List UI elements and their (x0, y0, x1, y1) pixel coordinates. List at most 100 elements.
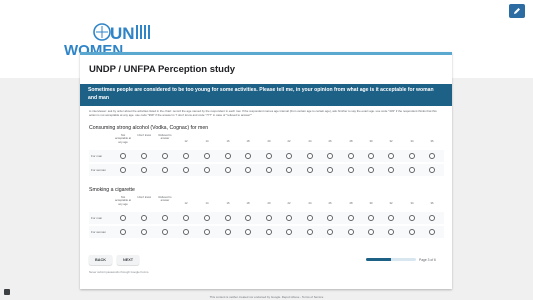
page-indicator: Page 3 of 6 (419, 258, 436, 262)
next-button[interactable]: NEXT (117, 255, 140, 265)
radio-button[interactable] (409, 215, 415, 221)
radio-button[interactable] (388, 215, 394, 221)
column-label: 34 (410, 202, 414, 205)
radio-button[interactable] (327, 167, 333, 173)
edit-button[interactable] (509, 4, 525, 18)
radio-button[interactable] (409, 153, 415, 159)
radio-button[interactable] (409, 229, 415, 235)
radio-button[interactable] (266, 229, 272, 235)
radio-button[interactable] (307, 153, 313, 159)
radio-button[interactable] (120, 153, 126, 159)
radio-button[interactable] (245, 153, 251, 159)
back-button[interactable]: BACK (89, 255, 112, 265)
column-label: 12 (184, 202, 188, 205)
radio-button[interactable] (266, 215, 272, 221)
radio-button[interactable] (141, 167, 147, 173)
radio-button[interactable] (245, 215, 251, 221)
radio-button[interactable] (162, 215, 168, 221)
password-warning: Never submit passwords through Google Fo… (89, 270, 150, 274)
radio-button[interactable] (348, 215, 354, 221)
radio-button[interactable] (327, 229, 333, 235)
radio-button[interactable] (286, 215, 292, 221)
radio-button[interactable] (368, 153, 374, 159)
section-description: to interviewer: ask by order about the a… (89, 109, 437, 117)
radio-button[interactable] (307, 215, 313, 221)
form-card: UNDP / UNFPA Perception study Sometimes … (80, 52, 452, 289)
radio-button[interactable] (266, 167, 272, 173)
column-label: 28 (349, 202, 353, 205)
column-label: 20 (267, 202, 271, 205)
radio-button[interactable] (225, 167, 231, 173)
radio-button[interactable] (120, 229, 126, 235)
radio-button[interactable] (429, 153, 435, 159)
column-label: 26 (328, 202, 332, 205)
radio-button[interactable] (204, 229, 210, 235)
column-label: I don't know (136, 134, 152, 137)
radio-button[interactable] (368, 167, 374, 173)
column-label: 20 (267, 140, 271, 143)
svg-text:UN: UN (110, 24, 135, 43)
radio-button[interactable] (162, 167, 168, 173)
radio-button[interactable] (327, 153, 333, 159)
grid-row: For man (89, 212, 444, 224)
column-label: 24 (308, 140, 312, 143)
un-women-logo: UN WOMEN (64, 23, 150, 56)
column-label: Refused to answer (158, 134, 172, 141)
radio-button[interactable] (141, 153, 147, 159)
radio-button[interactable] (286, 229, 292, 235)
column-label: 12 (184, 140, 188, 143)
progress-bar (366, 258, 416, 261)
radio-button[interactable] (388, 167, 394, 173)
radio-button[interactable] (307, 229, 313, 235)
radio-button[interactable] (286, 153, 292, 159)
column-label: 16 (226, 140, 230, 143)
column-label: 36 (430, 140, 434, 143)
column-label: 16 (226, 202, 230, 205)
radio-button[interactable] (225, 153, 231, 159)
radio-button[interactable] (327, 215, 333, 221)
row-label: For woman (91, 168, 107, 172)
radio-button[interactable] (409, 167, 415, 173)
column-label: 32 (389, 202, 393, 205)
radio-button[interactable] (141, 229, 147, 235)
radio-button[interactable] (368, 229, 374, 235)
radio-button[interactable] (183, 229, 189, 235)
radio-button[interactable] (162, 153, 168, 159)
radio-button[interactable] (307, 167, 313, 173)
radio-button[interactable] (388, 229, 394, 235)
radio-button[interactable] (286, 167, 292, 173)
column-label: Refused to answer (158, 196, 172, 203)
radio-button[interactable] (266, 153, 272, 159)
radio-button[interactable] (429, 167, 435, 173)
radio-button[interactable] (368, 215, 374, 221)
radio-button[interactable] (245, 167, 251, 173)
radio-button[interactable] (348, 153, 354, 159)
column-label: 14 (205, 140, 209, 143)
radio-button[interactable] (204, 167, 210, 173)
radio-button[interactable] (183, 153, 189, 159)
radio-button[interactable] (429, 215, 435, 221)
radio-button[interactable] (120, 167, 126, 173)
pencil-icon (514, 8, 520, 14)
radio-button[interactable] (388, 153, 394, 159)
row-label: For man (91, 154, 103, 158)
radio-button[interactable] (120, 215, 126, 221)
radio-button[interactable] (225, 215, 231, 221)
radio-button[interactable] (204, 153, 210, 159)
column-label: I don't know (136, 196, 152, 199)
radio-button[interactable] (429, 229, 435, 235)
radio-button[interactable] (348, 167, 354, 173)
radio-button[interactable] (348, 229, 354, 235)
grid-row: For woman (89, 164, 444, 176)
form-title: UNDP / UNFPA Perception study (89, 64, 236, 75)
row-label: For man (91, 216, 103, 220)
radio-button[interactable] (204, 215, 210, 221)
grid-header: Not acceptable at any age I don't know Ref… (89, 134, 444, 148)
radio-button[interactable] (245, 229, 251, 235)
radio-button[interactable] (183, 215, 189, 221)
radio-button[interactable] (183, 167, 189, 173)
radio-button[interactable] (162, 229, 168, 235)
radio-button[interactable] (225, 229, 231, 235)
radio-button[interactable] (141, 215, 147, 221)
column-label: 24 (308, 202, 312, 205)
